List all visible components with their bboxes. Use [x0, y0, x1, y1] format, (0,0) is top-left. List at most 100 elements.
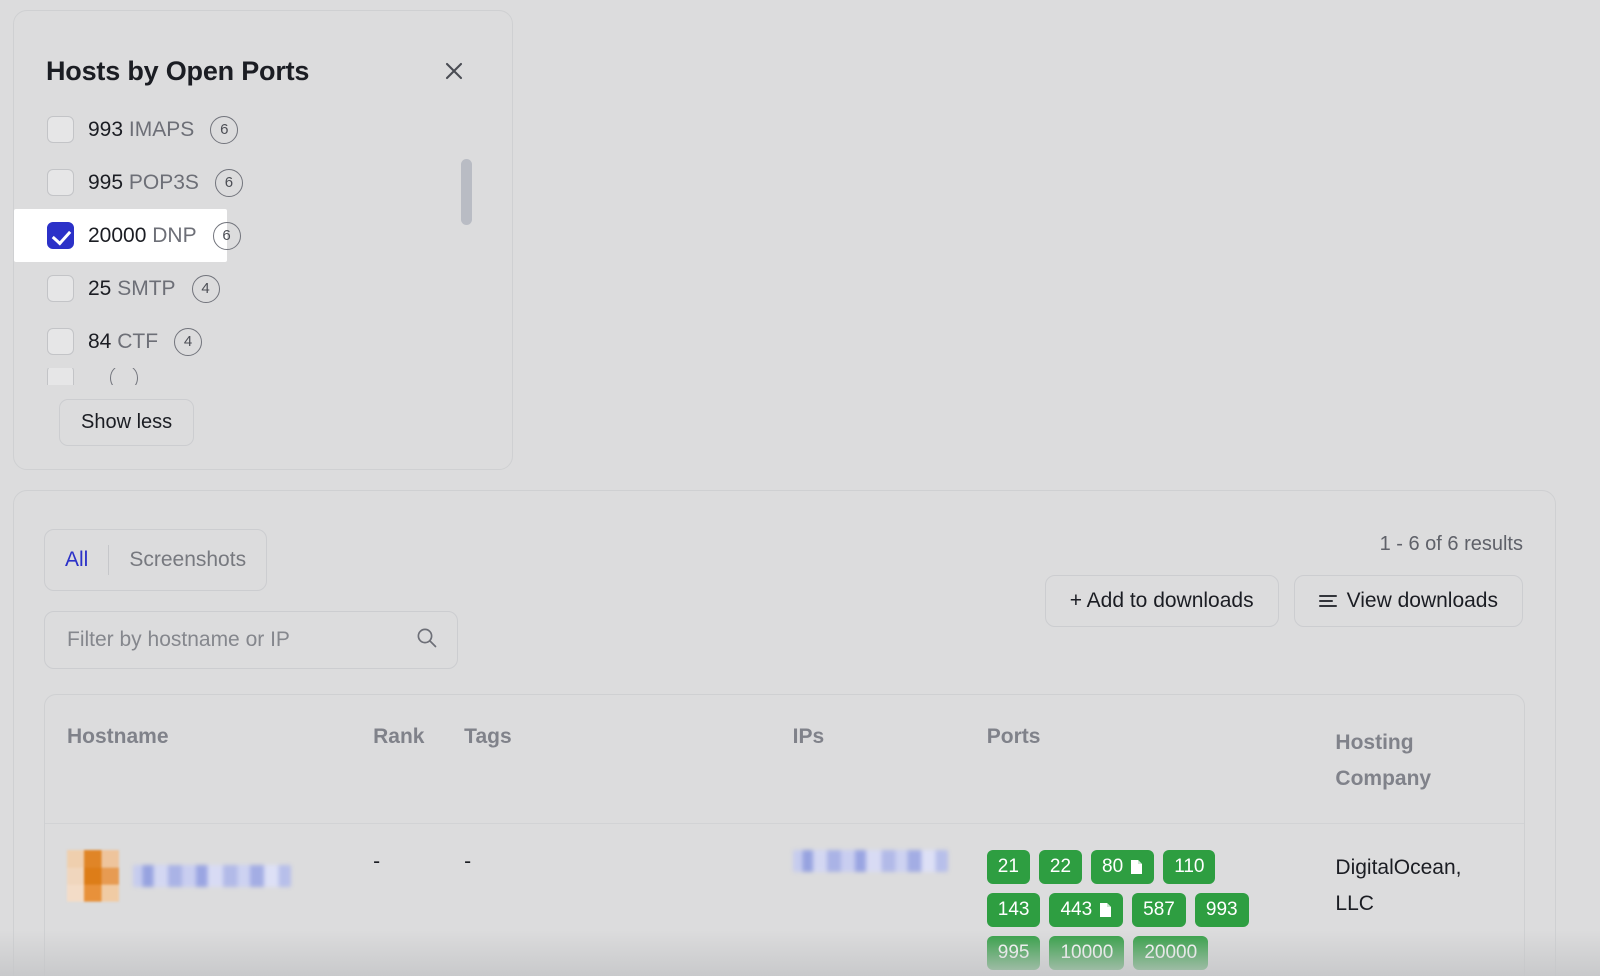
port-chip-587[interactable]: 587: [1132, 893, 1186, 927]
facet-option-list: 993 IMAPS 6 995 POP3S 6 20000 DNP 6 25 SMTP 4 84…: [14, 103, 512, 385]
facet-checkbox-partial[interactable]: [47, 368, 74, 385]
column-header-hostname[interactable]: Hostname: [45, 695, 374, 824]
facet-option-partial[interactable]: [14, 368, 512, 385]
tab-screenshots[interactable]: Screenshots: [109, 530, 266, 590]
port-chip-10000[interactable]: 10000: [1049, 936, 1125, 970]
port-chip-143[interactable]: 143: [986, 893, 1041, 927]
port-chip-label: 993: [1205, 899, 1238, 920]
table-header: Hostname Rank Tags IPs Ports Hosting Com…: [45, 695, 1524, 824]
list-icon: [1318, 595, 1337, 607]
facet-service-name: POP3S: [128, 171, 199, 194]
view-downloads-button[interactable]: View downloads: [1293, 575, 1523, 627]
hostname-cell[interactable]: [67, 850, 373, 902]
table-row[interactable]: - - 21 22 80 110 143 443 587 993 995 10000 20000 Digi…: [45, 824, 1524, 976]
results-table: Hostname Rank Tags IPs Ports Hosting Com…: [45, 695, 1524, 976]
port-chip-21[interactable]: 21: [986, 850, 1030, 884]
port-chip-443[interactable]: 443: [1049, 893, 1124, 927]
port-chip-993[interactable]: 993: [1194, 893, 1249, 927]
port-chip-22[interactable]: 22: [1038, 850, 1083, 884]
ports-list: 21 22 80 110 143 443 587 993 995 10000 20000: [986, 850, 1249, 970]
hosting-company-header-line1: Hosting: [1335, 731, 1414, 754]
port-chip-80[interactable]: 80: [1091, 850, 1155, 884]
facet-service-name: IMAPS: [128, 118, 195, 141]
close-icon[interactable]: [440, 57, 468, 85]
facet-checkbox-995[interactable]: [47, 169, 74, 196]
facet-option-label: 993 IMAPS: [88, 116, 194, 143]
port-chip-110[interactable]: 110: [1163, 850, 1216, 884]
facet-option-995[interactable]: 995 POP3S 6: [14, 156, 512, 209]
port-chip-label: 22: [1049, 856, 1072, 877]
results-count: 1 - 6 of 6 results: [1379, 533, 1523, 555]
facet-title: Hosts by Open Ports: [46, 56, 310, 86]
facet-option-20000[interactable]: 20000 DNP 6: [14, 209, 241, 262]
search-input[interactable]: [67, 628, 414, 652]
hostname-redacted: [133, 865, 291, 887]
facet-option-84[interactable]: 84 CTF 4: [14, 315, 512, 368]
hosting-company-line2: LLC: [1335, 892, 1374, 915]
port-chip-label: 110: [1174, 856, 1205, 877]
cell-hostname[interactable]: [45, 824, 373, 976]
show-less-button[interactable]: Show less: [59, 399, 195, 446]
facet-checkbox-20000[interactable]: [47, 222, 74, 249]
cell-hosting-company: DigitalOcean, LLC: [1335, 824, 1524, 976]
facet-option-label: 25 SMTP: [88, 275, 176, 302]
hosting-company-header-line2: Company: [1335, 767, 1432, 790]
hosting-company-value: DigitalOcean, LLC: [1335, 850, 1524, 922]
port-chip-label: 587: [1143, 899, 1175, 920]
search-icon[interactable]: [414, 625, 439, 655]
cell-tags: -: [464, 824, 793, 976]
facet-service-name: DNP: [152, 224, 197, 247]
facet-option-label: 20000 DNP: [88, 222, 197, 249]
facet-count-badge: 4: [174, 327, 203, 356]
results-panel: All Screenshots 1 - 6 of 6 results + Add…: [13, 490, 1556, 976]
port-chip-label: 143: [997, 899, 1030, 920]
cell-rank: -: [373, 824, 464, 976]
ip-redacted: [792, 850, 948, 872]
cell-ports: 21 22 80 110 143 443 587 993 995 10000 20000: [986, 824, 1336, 976]
facet-port-number: 995: [88, 171, 129, 194]
facet-option-25[interactable]: 25 SMTP 4: [14, 262, 512, 315]
facet-option-993[interactable]: 993 IMAPS 6: [14, 103, 512, 156]
port-chip-995[interactable]: 995: [986, 936, 1041, 970]
facet-port-number: 20000: [88, 224, 153, 247]
rank-value: -: [373, 850, 381, 873]
port-chip-label: 21: [997, 856, 1019, 877]
add-to-downloads-button[interactable]: + Add to downloads: [1044, 575, 1279, 627]
facet-checkbox-25[interactable]: [47, 275, 74, 302]
column-header-ips[interactable]: IPs: [792, 695, 987, 824]
facet-checkbox-84[interactable]: [47, 328, 74, 355]
hosts-by-open-ports-panel: Hosts by Open Ports 993 IMAPS 6 995 POP3S 6…: [13, 10, 513, 470]
facet-count-badge: 6: [210, 115, 239, 144]
facet-port-number: 84: [88, 330, 118, 353]
view-downloads-label: View downloads: [1346, 589, 1498, 612]
tags-value: -: [464, 850, 472, 873]
port-chip-20000[interactable]: 20000: [1133, 936, 1209, 970]
column-header-hosting-company[interactable]: Hosting Company: [1335, 695, 1524, 824]
facet-count-badge: 6: [214, 168, 243, 197]
cell-ips[interactable]: [792, 824, 987, 976]
facet-checkbox-993[interactable]: [47, 116, 74, 143]
port-chip-label: 20000: [1144, 942, 1198, 963]
facet-service-name: SMTP: [117, 277, 176, 300]
results-table-wrapper: Hostname Rank Tags IPs Ports Hosting Com…: [44, 694, 1525, 976]
column-header-tags[interactable]: Tags: [464, 695, 793, 824]
facet-count-badge: 4: [191, 274, 220, 303]
column-header-rank[interactable]: Rank: [373, 695, 465, 824]
add-to-downloads-label: + Add to downloads: [1069, 589, 1254, 612]
table-header-row: Hostname Rank Tags IPs Ports Hosting Com…: [45, 695, 1524, 824]
table-body: - - 21 22 80 110 143 443 587 993 995 10000 20000 Digi…: [45, 824, 1524, 976]
facet-header: Hosts by Open Ports: [46, 53, 482, 89]
port-chip-label: 80: [1102, 856, 1124, 877]
results-view-tabs: All Screenshots: [44, 529, 268, 591]
document-icon: [1099, 902, 1112, 918]
port-chip-label: 10000: [1060, 942, 1114, 963]
facet-option-label: 995 POP3S: [88, 169, 199, 196]
facet-service-name: CTF: [117, 330, 159, 353]
tab-all[interactable]: All: [45, 530, 108, 590]
hostname-filter[interactable]: [44, 611, 458, 669]
favicon-image: [67, 850, 119, 902]
facet-port-number: 993: [88, 118, 129, 141]
column-header-ports[interactable]: Ports: [986, 695, 1336, 824]
facet-count-badge-partial: [109, 368, 138, 385]
facet-list-scrollbar[interactable]: [461, 159, 472, 225]
